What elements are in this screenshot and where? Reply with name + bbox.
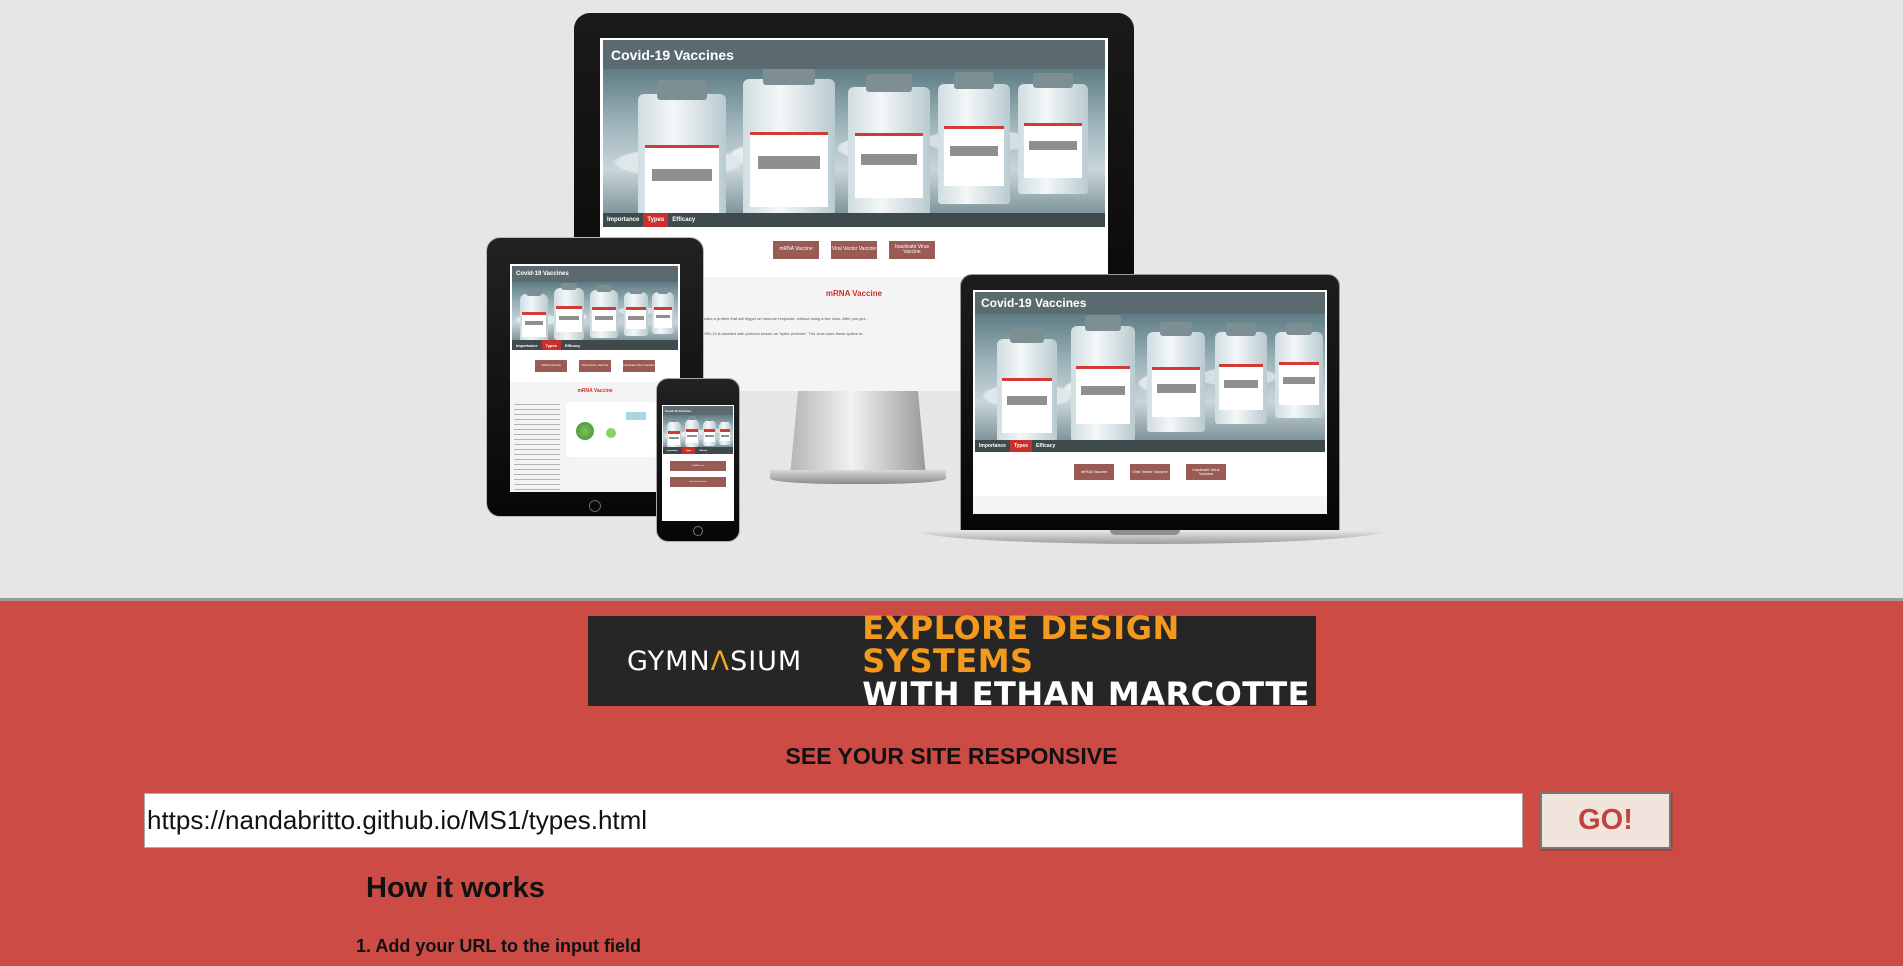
tablet-nav-types: Types — [541, 340, 561, 350]
tablet-hero-image — [512, 282, 678, 340]
step-1-text: 1. Add your URL to the input field — [356, 936, 641, 956]
tablet-screen: Covid-19 Vaccines Importance Types Effic… — [510, 264, 680, 492]
phone-nav-efficacy: Efficacy — [699, 449, 708, 452]
how-it-works-heading: How it works — [366, 872, 545, 904]
phone-hero-image — [663, 415, 733, 447]
phone-viral-button: Viral Vector Vaccine — [670, 477, 726, 487]
laptop-inactivate-button: Inactivate Virus Vaccine — [1186, 464, 1226, 480]
laptop-hero-image — [975, 314, 1325, 440]
tablet-site-title: Covid-19 Vaccines — [512, 266, 678, 282]
laptop-subnav: Importance Types Efficacy — [975, 440, 1325, 452]
laptop-site-title: Covid-19 Vaccines — [975, 292, 1325, 314]
tablet-viral-button: Viral Vector Vaccine — [579, 360, 611, 372]
nav-efficacy: Efficacy — [672, 217, 696, 223]
phone-nav-importance: Importance — [667, 449, 678, 452]
ad-headline-line2: WITH ETHAN MARCOTTE — [862, 674, 1311, 713]
url-input[interactable] — [144, 793, 1523, 848]
tablet-nav-importance: Importance — [516, 342, 538, 348]
responsive-mockup-image: Covid-19 Vaccines Importance Types Effic… — [0, 0, 1903, 598]
laptop-nav-importance: Importance — [979, 443, 1006, 449]
inactivate-virus-button: Inactivate Virus Vaccine — [889, 241, 935, 259]
nav-importance: Importance — [607, 217, 640, 223]
phone-screen: Covid-19 Vaccines Importance Types Effic… — [662, 405, 734, 521]
gymnasium-logo: GYMNΛSIUM — [627, 645, 803, 677]
go-button[interactable]: GO! — [1540, 792, 1671, 849]
tablet-section-heading: mRNA Vaccine — [577, 388, 613, 394]
laptop-viral-button: Viral Vector Vaccine — [1130, 464, 1170, 480]
tablet-nav-efficacy: Efficacy — [564, 342, 581, 348]
hero-vaccine-image — [603, 69, 1105, 213]
tablet-mrna-button: mRNA Vaccine — [535, 360, 567, 372]
nav-types: Types — [643, 213, 669, 227]
phone-mrna-button: mRNA Vaccine — [670, 461, 726, 471]
ad-headline-line1: EXPLORE DESIGN SYSTEMS — [862, 608, 1180, 680]
mrna-vaccine-button: mRNA Vaccine — [773, 241, 819, 259]
laptop-screen: Covid-19 Vaccines Importance Types Effic… — [973, 290, 1327, 514]
tablet-subnav: Importance Types Efficacy — [512, 340, 678, 350]
phone-site-title: Covid-19 Vaccines — [663, 406, 733, 415]
phone-subnav: Importance Types Efficacy — [663, 447, 733, 454]
gymnasium-ad-banner[interactable]: GYMNΛSIUM EXPLORE DESIGN SYSTEMS WITH ET… — [588, 611, 1316, 710]
laptop-nav-types: Types — [1009, 440, 1033, 452]
laptop-mrna-button: mRNA Vaccine — [1074, 464, 1114, 480]
site-title: Covid-19 Vaccines — [603, 40, 1105, 69]
site-subnav: Importance Types Efficacy — [603, 213, 1105, 227]
tablet-inactivate-button: Inactivate Virus Vaccine — [623, 360, 655, 372]
phone-nav-types: Types — [681, 447, 696, 454]
virus-illustration — [566, 402, 656, 457]
viral-vector-button: Viral Vector Vaccine — [831, 241, 877, 259]
laptop-nav-efficacy: Efficacy — [1036, 443, 1056, 449]
tool-heading: SEE YOUR SITE RESPONSIVE — [785, 743, 1118, 769]
